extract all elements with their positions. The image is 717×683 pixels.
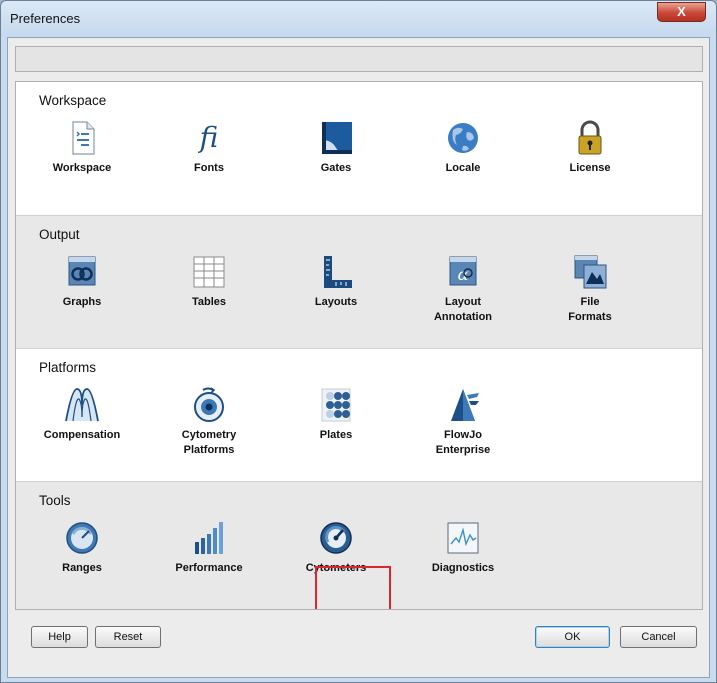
section-title: Tools: [39, 493, 71, 508]
pref-flowjo-enterprise[interactable]: FlowJo Enterprise: [408, 387, 518, 458]
item-label: Layouts: [314, 296, 358, 308]
item-label: Layout Annotation: [433, 296, 493, 323]
item-label: Graphs: [62, 296, 102, 308]
preferences-window: Preferences X Workspace Workspace fi Fon…: [0, 0, 717, 683]
pref-file-formats[interactable]: File Formats: [535, 254, 645, 325]
pref-tables[interactable]: Tables: [154, 254, 264, 310]
help-button[interactable]: Help: [31, 626, 88, 648]
item-label: Diagnostics: [431, 562, 495, 574]
ok-button[interactable]: OK: [535, 626, 610, 648]
gates-icon: [322, 122, 352, 154]
pref-layout-annotation[interactable]: α Layout Annotation: [408, 254, 518, 325]
pref-cytometry-platforms[interactable]: Cytometry Platforms: [154, 387, 264, 458]
item-label: Locale: [445, 162, 481, 174]
performance-bars-icon: [195, 522, 223, 554]
item-label: Performance: [175, 562, 243, 574]
item-label: License: [569, 162, 611, 174]
preference-sections: Workspace Workspace fi Fonts Gates Local…: [15, 81, 703, 610]
layout-annotation-icon: α: [449, 256, 477, 286]
pref-performance[interactable]: Performance: [154, 520, 264, 576]
item-label: Plates: [319, 429, 353, 441]
flowjo-enterprise-icon: [451, 389, 479, 421]
reset-button[interactable]: Reset: [95, 626, 161, 648]
pref-workspace[interactable]: Workspace: [27, 120, 137, 176]
pref-layouts[interactable]: Layouts: [281, 254, 391, 310]
fonts-fi-icon: fi: [198, 121, 219, 154]
selection-highlight: [315, 566, 391, 609]
pref-locale[interactable]: Locale: [408, 120, 518, 176]
globe-icon: [448, 123, 478, 153]
item-label: Compensation: [43, 429, 121, 441]
title-bar: Preferences X: [1, 1, 716, 37]
item-label: Ranges: [62, 562, 102, 574]
pref-graphs[interactable]: Graphs: [27, 254, 137, 310]
section-output: Output Graphs Tables Layouts α Layout An…: [16, 216, 702, 349]
diagnostics-chart-icon: [447, 522, 479, 554]
file-formats-icon: [574, 255, 607, 289]
pref-gates[interactable]: Gates: [281, 120, 391, 176]
pref-compensation[interactable]: Compensation: [27, 387, 137, 443]
compensation-icon: [65, 388, 99, 422]
window-title: Preferences: [10, 11, 81, 26]
plates-icon: [321, 388, 351, 422]
layouts-ruler-icon: [324, 256, 352, 288]
cytometry-platforms-icon: [194, 387, 224, 422]
workspace-document-icon: [72, 121, 95, 155]
cancel-button[interactable]: Cancel: [620, 626, 697, 648]
pref-fonts[interactable]: fi Fonts: [154, 120, 264, 176]
svg-text:α: α: [458, 265, 469, 284]
section-workspace: Workspace Workspace fi Fonts Gates Local…: [16, 82, 702, 216]
item-label: Cytometry Platforms: [181, 429, 237, 456]
section-platforms: Platforms Compensation Cytometry Platfor…: [16, 349, 702, 482]
dialog-content: Workspace Workspace fi Fonts Gates Local…: [7, 37, 710, 678]
ranges-dial-icon: [66, 522, 98, 554]
item-label: Workspace: [52, 162, 112, 174]
pref-diagnostics[interactable]: Diagnostics: [408, 520, 518, 576]
top-bar: [15, 46, 703, 72]
cytometers-gauge-icon: [320, 522, 352, 554]
item-label: Fonts: [194, 162, 224, 174]
pref-license[interactable]: License: [535, 120, 645, 176]
pref-ranges[interactable]: Ranges: [27, 520, 137, 576]
table-grid-icon: [193, 256, 225, 288]
pref-plates[interactable]: Plates: [281, 387, 391, 443]
section-title: Platforms: [39, 360, 97, 375]
padlock-icon: [578, 120, 602, 155]
svg-text:fi: fi: [198, 121, 219, 154]
close-button[interactable]: X: [657, 2, 706, 22]
item-label: File Formats: [568, 296, 612, 323]
section-title: Workspace: [39, 93, 107, 108]
item-label: Tables: [191, 296, 227, 308]
item-label: Gates: [320, 162, 352, 174]
item-label: FlowJo Enterprise: [435, 429, 491, 456]
graphs-icon: [68, 256, 96, 286]
section-title: Output: [39, 227, 80, 242]
